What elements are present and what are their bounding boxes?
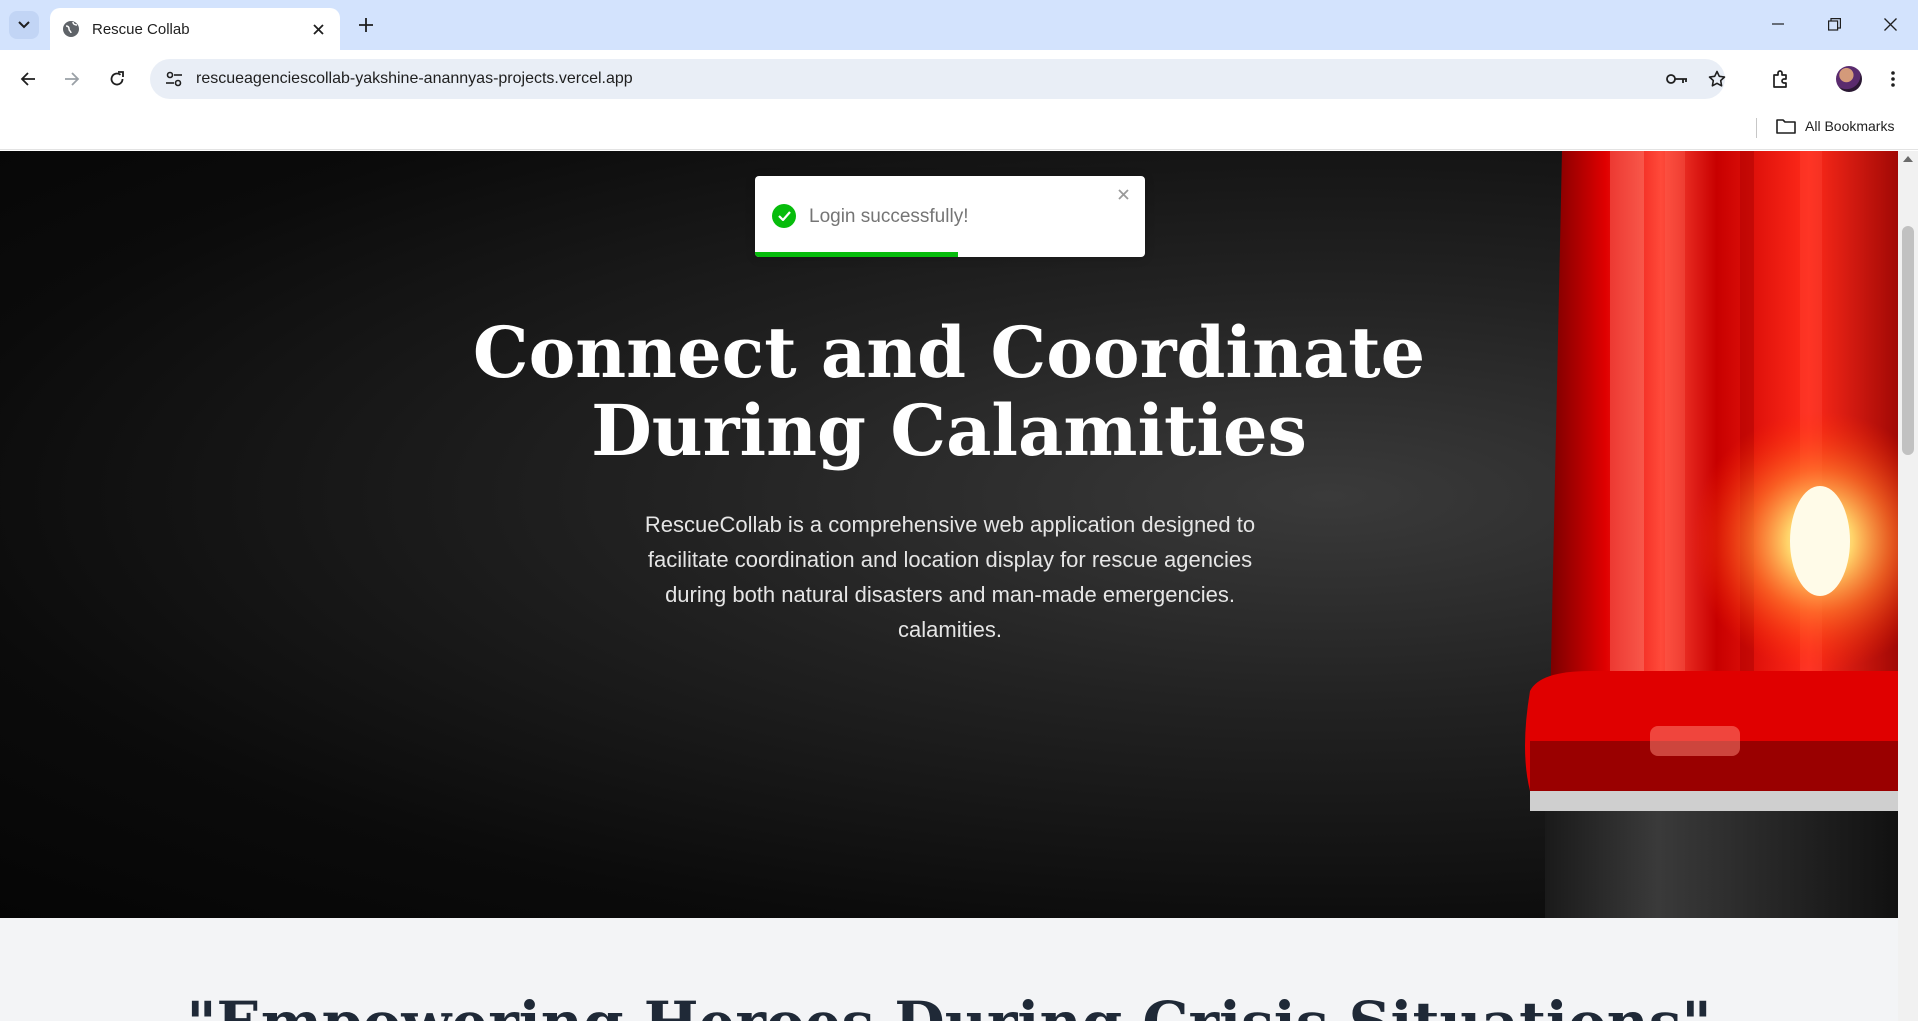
scroll-up-arrow-icon[interactable] <box>1903 156 1913 162</box>
globe-icon <box>63 21 79 37</box>
arrow-left-icon <box>20 72 35 86</box>
bookmarks-divider <box>1756 118 1757 138</box>
active-tab[interactable]: Rescue Collab <box>50 8 340 50</box>
page-scrollbar[interactable] <box>1898 151 1918 1021</box>
tune-icon <box>166 71 182 87</box>
window-close-button[interactable] <box>1870 8 1910 40</box>
minimize-button[interactable] <box>1758 8 1798 40</box>
restore-button[interactable] <box>1814 8 1854 40</box>
new-tab-button[interactable] <box>352 11 380 39</box>
toast-progress-bar <box>755 252 958 257</box>
forward-button[interactable] <box>56 63 88 95</box>
tab-search-button[interactable] <box>9 11 39 39</box>
toast-message: Login successfully! <box>809 206 969 227</box>
hero-title: Connect and Coordinate During Calamities <box>0 314 1898 470</box>
page-viewport: Connect and Coordinate During Calamities… <box>0 151 1898 1021</box>
siren-light-image <box>1525 151 1898 918</box>
tab-title: Rescue Collab <box>92 20 190 38</box>
menu-button[interactable] <box>1877 63 1909 95</box>
section-title: "Empowering Heroes During Crisis Situati… <box>0 989 1898 1021</box>
url-text[interactable]: rescueagenciescollab-yakshine-anannyas-p… <box>196 70 633 88</box>
success-icon <box>772 204 796 228</box>
hero-description: RescueCollab is a comprehensive web appl… <box>644 512 1256 642</box>
reload-button[interactable] <box>101 63 133 95</box>
bookmarks-bar: All Bookmarks <box>0 108 1918 150</box>
key-icon <box>1666 74 1687 84</box>
restore-icon <box>1827 17 1841 31</box>
login-success-toast[interactable]: Login successfully! <box>755 176 1145 257</box>
back-button[interactable] <box>12 63 44 95</box>
star-icon <box>1708 70 1726 87</box>
reload-icon <box>110 71 124 86</box>
toast-progress-track <box>755 252 1145 257</box>
browser-toolbar: rescueagenciescollab-yakshine-anannyas-p… <box>0 50 1918 108</box>
tab-strip: Rescue Collab <box>0 0 1918 50</box>
close-icon <box>312 23 324 35</box>
hero-section: Connect and Coordinate During Calamities… <box>0 151 1898 918</box>
tab-close-button[interactable] <box>308 19 328 39</box>
minimize-icon <box>1772 23 1784 25</box>
chevron-down-icon <box>18 21 30 29</box>
profile-avatar[interactable] <box>1836 66 1862 92</box>
arrow-right-icon <box>65 72 80 86</box>
toast-close-button[interactable] <box>1115 186 1131 202</box>
address-bar[interactable]: rescueagenciescollab-yakshine-anannyas-p… <box>150 59 1726 99</box>
checkmark-icon <box>777 211 791 221</box>
close-icon <box>1117 188 1129 200</box>
more-vertical-icon <box>1891 71 1895 87</box>
close-icon <box>1883 17 1897 31</box>
password-key-button[interactable] <box>1663 65 1691 93</box>
hero-title-line-2: During Calamities <box>591 389 1307 472</box>
all-bookmarks-button[interactable]: All Bookmarks <box>1776 118 1894 134</box>
folder-icon <box>1776 119 1796 134</box>
extensions-button[interactable] <box>1765 63 1797 95</box>
puzzle-icon <box>1773 70 1787 88</box>
plus-icon <box>359 18 373 32</box>
bookmark-star-button[interactable] <box>1703 65 1731 93</box>
scroll-thumb[interactable] <box>1902 226 1914 455</box>
all-bookmarks-label: All Bookmarks <box>1805 118 1895 134</box>
site-info-button[interactable] <box>160 65 188 93</box>
hero-title-line-1: Connect and Coordinate <box>472 311 1426 394</box>
